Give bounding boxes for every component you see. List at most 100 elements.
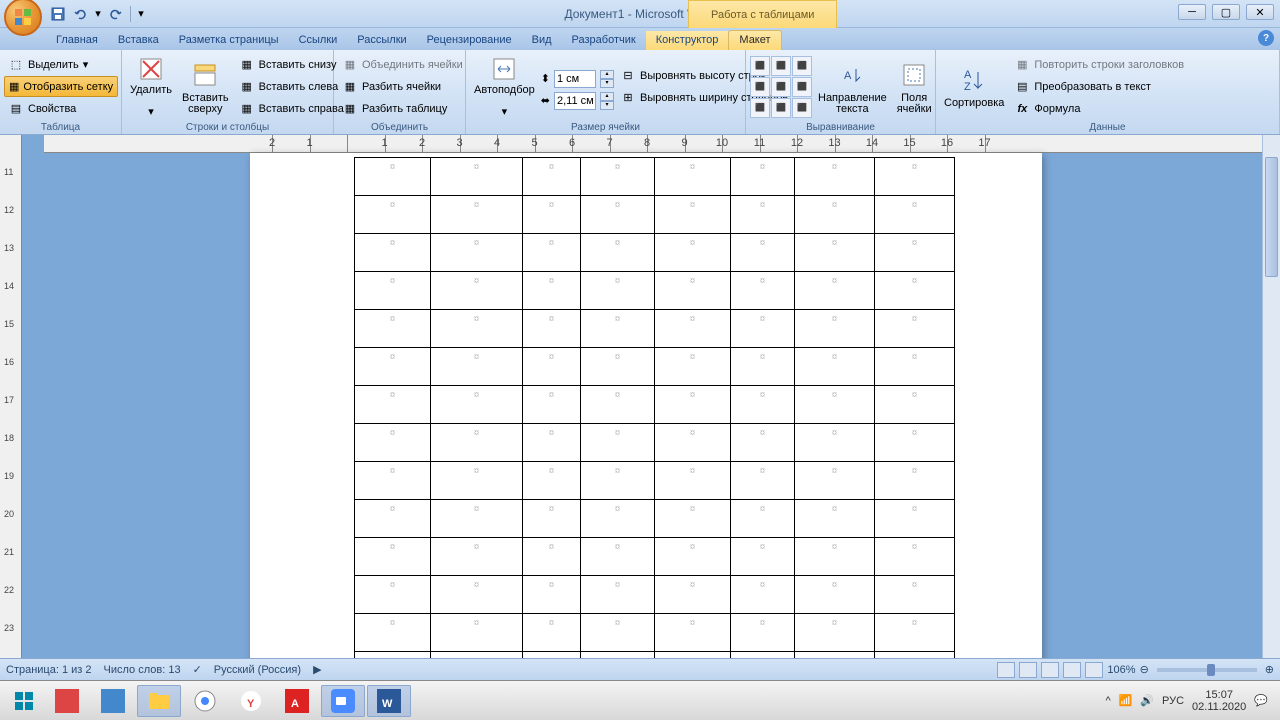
col-width-spinner[interactable]: ⬌▴▾ — [541, 92, 614, 110]
undo-button[interactable] — [70, 4, 90, 24]
tab-view[interactable]: Вид — [522, 31, 562, 50]
table-cell[interactable]: ¤ — [731, 386, 795, 424]
table-cell[interactable]: ¤ — [731, 500, 795, 538]
merge-cells-button[interactable]: ▦Объединить ячейки — [338, 54, 467, 75]
insert-right-button[interactable]: ▦Вставить справа — [235, 98, 348, 119]
tab-table-design[interactable]: Конструктор — [646, 31, 729, 50]
sort-button[interactable]: AZСортировка — [940, 54, 1008, 120]
table-cell[interactable]: ¤ — [431, 272, 523, 310]
cell-margins-button[interactable]: Поля ячейки — [893, 54, 936, 120]
table-cell[interactable]: ¤ — [523, 500, 581, 538]
tray-network-icon[interactable]: 📶 — [1119, 694, 1133, 707]
table-cell[interactable]: ¤ — [431, 500, 523, 538]
table-cell[interactable]: ¤ — [795, 196, 875, 234]
table-cell[interactable]: ¤ — [355, 462, 431, 500]
convert-to-text-button[interactable]: ▤Преобразовать в текст — [1010, 76, 1188, 97]
zoom-slider[interactable] — [1157, 668, 1257, 672]
horizontal-ruler[interactable]: 211234567891011121314151617 — [44, 135, 1280, 153]
tray-volume-icon[interactable]: 🔊 — [1140, 694, 1154, 707]
table-cell[interactable]: ¤ — [875, 424, 955, 462]
table-cell[interactable]: ¤ — [795, 462, 875, 500]
redo-button[interactable] — [106, 4, 126, 24]
undo-dropdown[interactable]: ▾ — [92, 7, 104, 20]
table-cell[interactable]: ¤ — [655, 272, 731, 310]
table-cell[interactable]: ¤ — [875, 576, 955, 614]
table-cell[interactable]: ¤ — [655, 158, 731, 196]
table-cell[interactable]: ¤ — [523, 272, 581, 310]
table-cell[interactable]: ¤ — [523, 462, 581, 500]
table-cell[interactable]: ¤ — [731, 576, 795, 614]
table-cell[interactable]: ¤ — [581, 272, 655, 310]
table-cell[interactable]: ¤ — [875, 538, 955, 576]
table-cell[interactable]: ¤ — [581, 576, 655, 614]
table-cell[interactable]: ¤ — [581, 348, 655, 386]
table-cell[interactable]: ¤ — [795, 158, 875, 196]
table-cell[interactable]: ¤ — [431, 158, 523, 196]
maximize-button[interactable]: ▢ — [1212, 4, 1240, 20]
table-cell[interactable]: ¤ — [581, 424, 655, 462]
table-cell[interactable]: ¤ — [355, 196, 431, 234]
table-cell[interactable]: ¤ — [523, 234, 581, 272]
table-cell[interactable]: ¤ — [731, 424, 795, 462]
table-cell[interactable]: ¤ — [655, 576, 731, 614]
table-cell[interactable]: ¤ — [581, 234, 655, 272]
table-cell[interactable]: ¤ — [655, 500, 731, 538]
table-cell[interactable]: ¤ — [431, 462, 523, 500]
table-cell[interactable]: ¤ — [795, 614, 875, 652]
table-cell[interactable]: ¤ — [523, 310, 581, 348]
table-cell[interactable]: ¤ — [731, 272, 795, 310]
split-cells-button[interactable]: ▦Разбить ячейки — [338, 76, 467, 97]
table-cell[interactable]: ¤ — [875, 158, 955, 196]
zoom-in-button[interactable]: ⊕ — [1265, 663, 1274, 676]
table-cell[interactable]: ¤ — [875, 310, 955, 348]
table-cell[interactable]: ¤ — [581, 500, 655, 538]
table-cell[interactable]: ¤ — [731, 196, 795, 234]
table-cell[interactable]: ¤ — [523, 576, 581, 614]
start-button[interactable] — [4, 685, 44, 717]
full-screen-view[interactable] — [1019, 662, 1037, 678]
task-app2[interactable] — [91, 685, 135, 717]
table-cell[interactable]: ¤ — [355, 576, 431, 614]
table-cell[interactable]: ¤ — [731, 234, 795, 272]
table-cell[interactable]: ¤ — [431, 386, 523, 424]
table-cell[interactable]: ¤ — [655, 310, 731, 348]
insert-above-button[interactable]: Вставить сверху — [178, 54, 233, 120]
task-zoom[interactable] — [321, 685, 365, 717]
row-height-spinner[interactable]: ⬍▴▾ — [541, 70, 614, 88]
document-table[interactable]: ¤¤¤¤¤¤¤¤¤¤¤¤¤¤¤¤¤¤¤¤¤¤¤¤¤¤¤¤¤¤¤¤¤¤¤¤¤¤¤¤… — [354, 157, 955, 680]
table-cell[interactable]: ¤ — [431, 234, 523, 272]
autofit-button[interactable]: Автоподбор▾ — [470, 54, 539, 120]
properties-button[interactable]: ▤Свойства — [4, 98, 118, 119]
table-cell[interactable]: ¤ — [355, 538, 431, 576]
table-cell[interactable]: ¤ — [431, 348, 523, 386]
align-tr[interactable]: ⬛ — [792, 56, 812, 76]
table-cell[interactable]: ¤ — [355, 500, 431, 538]
table-cell[interactable]: ¤ — [523, 386, 581, 424]
table-cell[interactable]: ¤ — [795, 234, 875, 272]
table-cell[interactable]: ¤ — [795, 272, 875, 310]
proofing-icon[interactable]: ✓ — [193, 663, 202, 676]
qat-customize[interactable]: ▾ — [135, 7, 147, 20]
table-cell[interactable]: ¤ — [355, 310, 431, 348]
repeat-header-button[interactable]: ▦Повторить строки заголовков — [1010, 54, 1188, 75]
tab-review[interactable]: Рецензирование — [417, 31, 522, 50]
help-button[interactable]: ? — [1258, 30, 1274, 46]
tray-notifications-icon[interactable]: 💬 — [1254, 694, 1268, 707]
col-width-input[interactable] — [554, 92, 596, 110]
draft-view[interactable] — [1085, 662, 1103, 678]
table-cell[interactable]: ¤ — [655, 614, 731, 652]
table-cell[interactable]: ¤ — [731, 348, 795, 386]
task-yandex[interactable]: Y — [229, 685, 273, 717]
table-cell[interactable]: ¤ — [431, 310, 523, 348]
tray-clock[interactable]: 15:0702.11.2020 — [1192, 689, 1246, 713]
formula-button[interactable]: fxФормула — [1010, 98, 1188, 119]
macro-icon[interactable]: ▶ — [313, 663, 321, 676]
align-br[interactable]: ⬛ — [792, 98, 812, 118]
minimize-button[interactable]: ─ — [1178, 4, 1206, 20]
table-cell[interactable]: ¤ — [795, 310, 875, 348]
table-cell[interactable]: ¤ — [431, 614, 523, 652]
table-cell[interactable]: ¤ — [795, 500, 875, 538]
table-cell[interactable]: ¤ — [581, 386, 655, 424]
table-cell[interactable]: ¤ — [581, 462, 655, 500]
insert-left-button[interactable]: ▦Вставить слева — [235, 76, 348, 97]
